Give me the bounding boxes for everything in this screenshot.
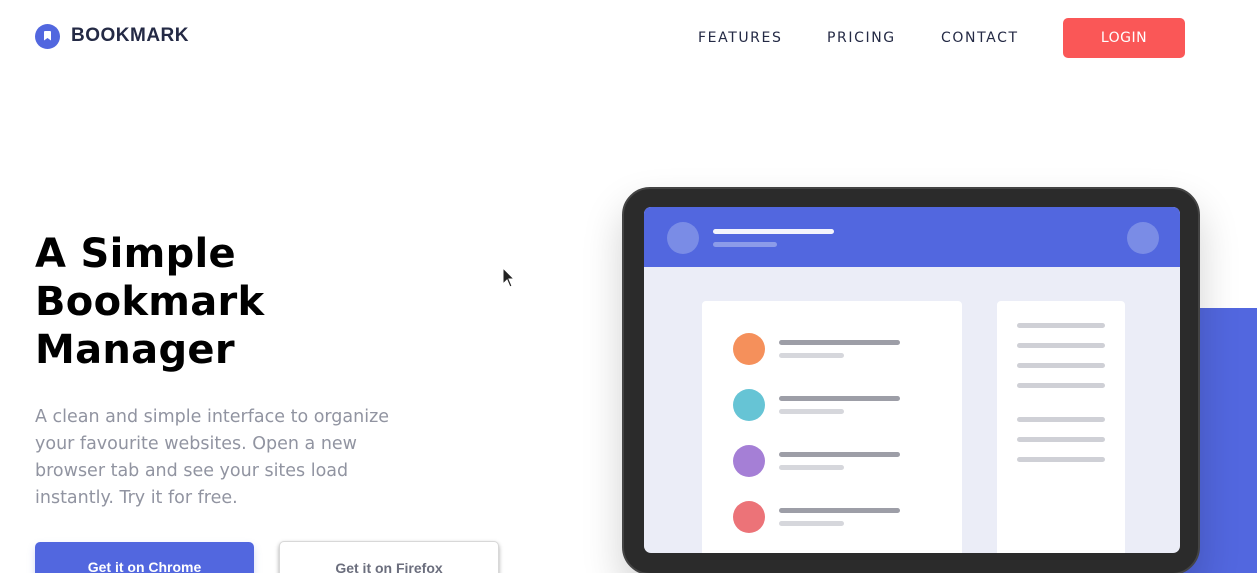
- list-subline: [779, 409, 844, 414]
- login-button[interactable]: LOGIN: [1063, 18, 1185, 58]
- menu-placeholder: [1127, 222, 1159, 254]
- nav-pricing[interactable]: PRICING: [827, 30, 896, 46]
- list-subline: [779, 353, 844, 358]
- sidebar-line: [1017, 383, 1105, 388]
- hero-title: A Simple Bookmark Manager: [35, 231, 265, 373]
- sidebar-line: [1017, 437, 1105, 442]
- hero-description: A clean and simple interface to organize…: [35, 407, 390, 508]
- header-line-placeholder: [713, 229, 834, 234]
- list-dot: [733, 445, 765, 477]
- list-dot: [733, 501, 765, 533]
- sidebar-line: [1017, 417, 1105, 422]
- list-dot: [733, 333, 765, 365]
- main-nav: FEATURES PRICING CONTACT LOGIN: [0, 18, 1257, 58]
- tablet-screen: [644, 207, 1180, 553]
- nav-contact[interactable]: CONTACT: [941, 30, 1019, 46]
- list-subline: [779, 521, 844, 526]
- avatar-placeholder: [667, 222, 699, 254]
- list-item: [733, 389, 953, 423]
- get-chrome-button[interactable]: Get it on Chrome: [35, 542, 254, 573]
- list-line: [779, 452, 900, 457]
- bookmark-list-card: [702, 301, 962, 553]
- tablet-illustration: [622, 187, 1200, 573]
- sidebar-line: [1017, 457, 1105, 462]
- sidebar-card: [997, 301, 1125, 553]
- list-dot: [733, 389, 765, 421]
- sidebar-line: [1017, 363, 1105, 368]
- sidebar-line: [1017, 323, 1105, 328]
- header-subline-placeholder: [713, 242, 777, 247]
- list-item: [733, 333, 953, 367]
- screen-header: [644, 207, 1180, 267]
- list-line: [779, 508, 900, 513]
- list-item: [733, 501, 953, 535]
- nav-features[interactable]: FEATURES: [698, 30, 782, 46]
- sidebar-line: [1017, 343, 1105, 348]
- get-firefox-button[interactable]: Get it on Firefox: [279, 541, 499, 573]
- list-line: [779, 340, 900, 345]
- list-subline: [779, 465, 844, 470]
- list-line: [779, 396, 900, 401]
- list-item: [733, 445, 953, 479]
